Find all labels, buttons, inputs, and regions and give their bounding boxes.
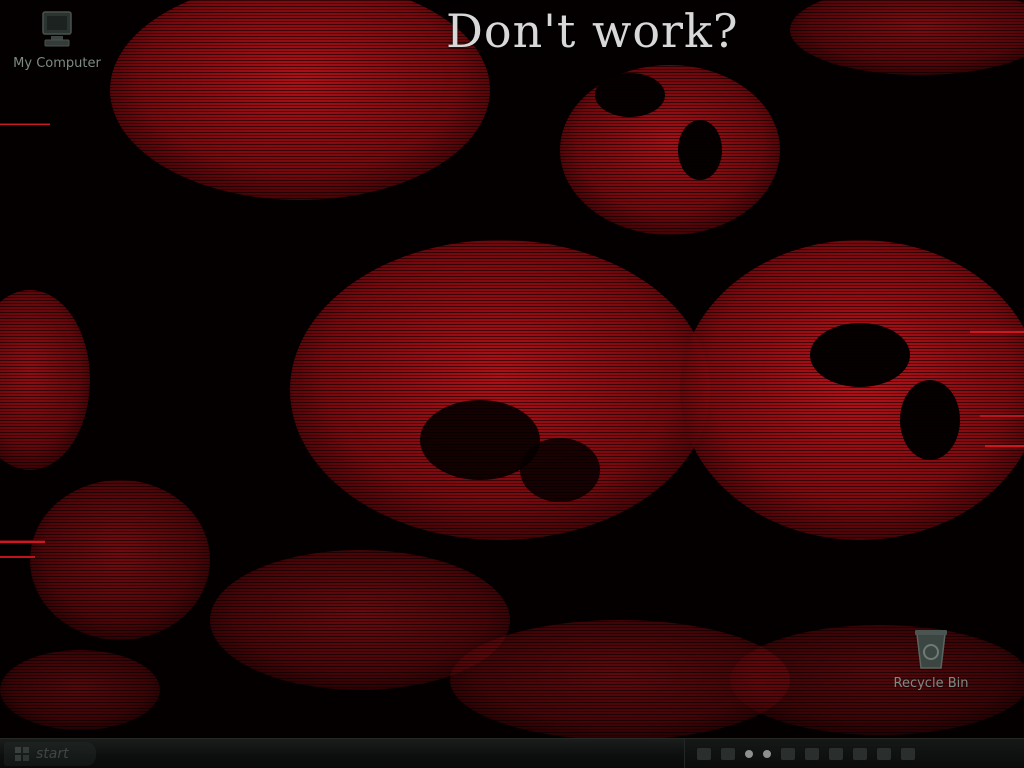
- taskbar: start: [0, 738, 1024, 768]
- recycle-bin-label: Recycle Bin: [893, 676, 969, 691]
- battery-icon[interactable]: [763, 750, 771, 758]
- windows-logo-icon: [15, 747, 29, 761]
- banner-text: Don't work?: [446, 4, 739, 58]
- speaker-icon[interactable]: [697, 748, 711, 760]
- skull-wallpaper: [0, 0, 1024, 738]
- security-icon[interactable]: [829, 748, 843, 760]
- update-icon[interactable]: [805, 748, 819, 760]
- my-computer-label: My Computer: [13, 56, 101, 71]
- start-button[interactable]: start: [4, 742, 96, 766]
- my-computer-shortcut[interactable]: My Computer: [2, 8, 112, 82]
- computer-icon: [42, 11, 72, 47]
- system-tray: [684, 739, 1024, 768]
- antivirus-icon[interactable]: [781, 748, 795, 760]
- shield-icon[interactable]: [745, 750, 753, 758]
- recycle-bin-shortcut[interactable]: Recycle Bin: [876, 626, 986, 700]
- network-icon[interactable]: [721, 748, 735, 760]
- disk-icon[interactable]: [901, 748, 915, 760]
- desktop[interactable]: Don't work? My Computer Recycle Bin star…: [0, 0, 1024, 768]
- volume-icon[interactable]: [853, 748, 867, 760]
- start-label: start: [36, 746, 69, 762]
- recycle-bin-icon: [915, 630, 947, 669]
- chat-icon[interactable]: [877, 748, 891, 760]
